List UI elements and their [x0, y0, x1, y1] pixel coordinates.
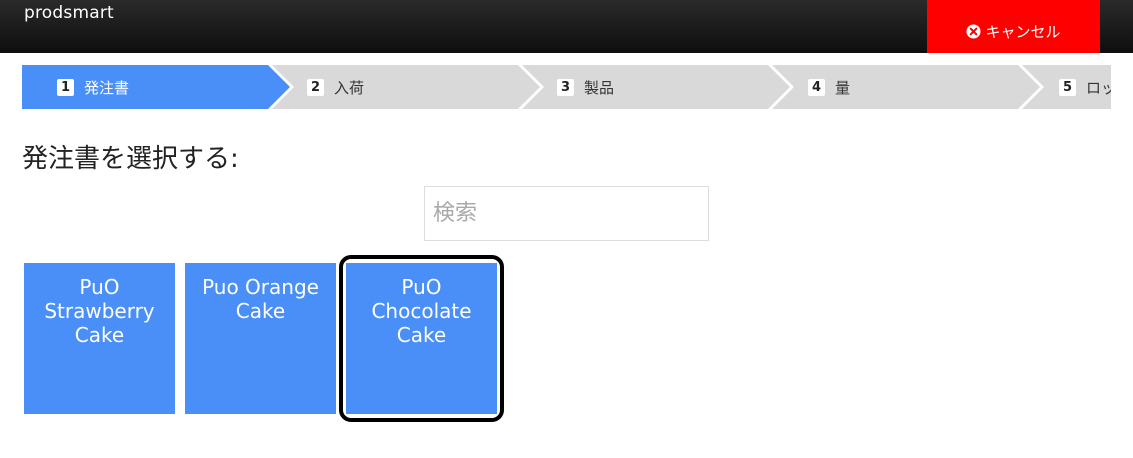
step-number: 2 — [307, 78, 324, 96]
top-bar: prodsmart キャンセル — [0, 0, 1133, 53]
step-number: 1 — [57, 78, 74, 96]
cancel-button[interactable]: キャンセル — [927, 0, 1100, 53]
wizard-steps: 1 発注書 2 入荷 3 製品 4 量 5 ロット — [22, 65, 1111, 109]
page-title: 発注書を選択する: — [22, 144, 239, 174]
app-brand: prodsmart — [24, 3, 114, 23]
step-label: ロット — [1086, 78, 1111, 97]
order-card-orange[interactable]: Puo Orange Cake — [185, 263, 336, 414]
step-number: 3 — [557, 78, 574, 96]
step-lot[interactable]: 5 ロット — [1059, 65, 1111, 109]
step-number: 5 — [1059, 78, 1076, 96]
step-number: 4 — [808, 78, 825, 96]
search-input[interactable] — [424, 186, 709, 241]
step-label: 発注書 — [84, 78, 130, 97]
step-product[interactable]: 3 製品 — [557, 65, 614, 109]
order-card-chocolate[interactable]: PuO Chocolate Cake — [346, 263, 497, 414]
close-circle-icon — [966, 24, 982, 39]
step-receiving[interactable]: 2 入荷 — [307, 65, 364, 109]
step-label: 入荷 — [334, 78, 365, 97]
cancel-label: キャンセル — [985, 23, 1061, 41]
order-card-strawberry[interactable]: PuO Strawberry Cake — [24, 263, 175, 414]
step-label: 量 — [835, 78, 851, 97]
step-purchase-order[interactable]: 1 発注書 — [57, 65, 129, 109]
step-label: 製品 — [584, 78, 615, 97]
step-quantity[interactable]: 4 量 — [808, 65, 850, 109]
